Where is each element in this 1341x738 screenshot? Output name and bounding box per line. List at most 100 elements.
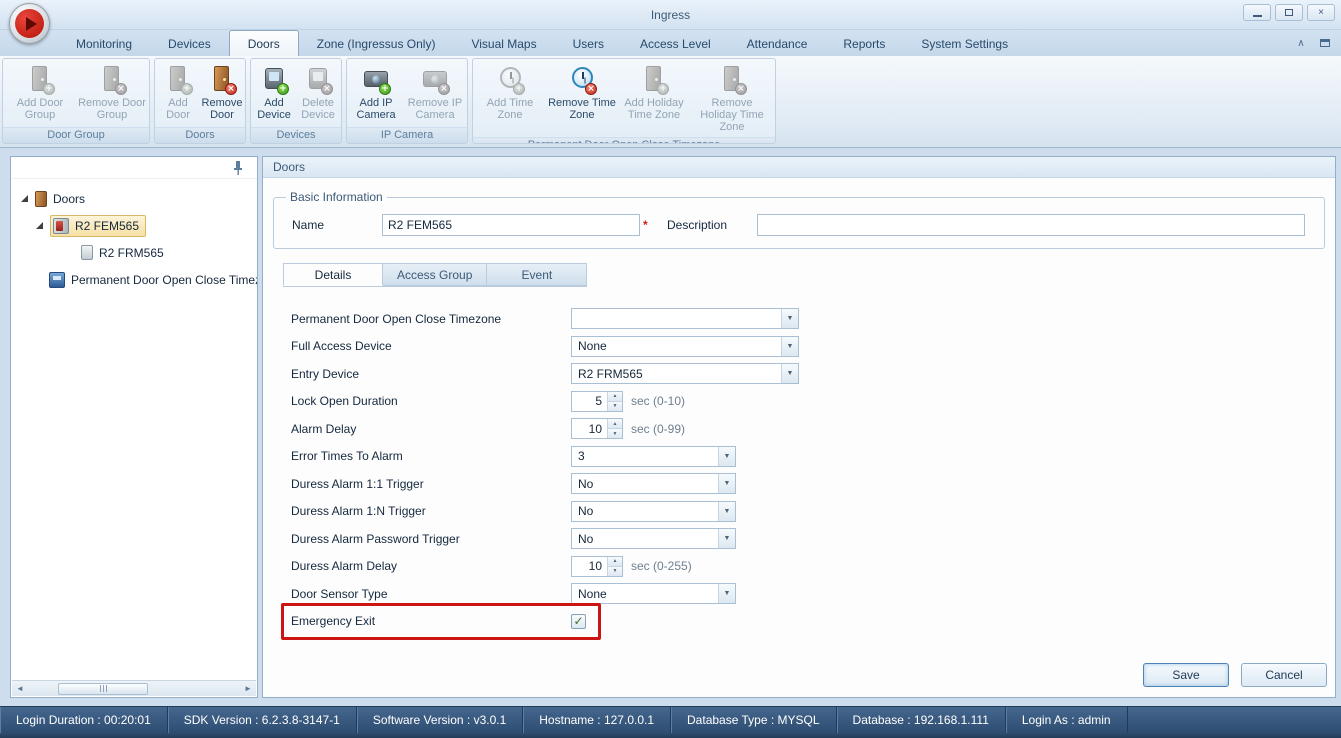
field-label: Emergency Exit bbox=[291, 614, 376, 629]
field-duress-password-trigger: Duress Alarm Password Trigger No ▼ bbox=[291, 525, 1335, 553]
door-remove-icon: × bbox=[204, 63, 240, 95]
tab-visual-maps[interactable]: Visual Maps bbox=[453, 32, 554, 56]
duress-alarm-delay-stepper[interactable]: 10 ▲ ▼ bbox=[571, 555, 623, 577]
remove-time-zone-button[interactable]: × Remove Time Zone bbox=[546, 61, 618, 125]
door-sensor-type-select[interactable]: None ▼ bbox=[571, 583, 736, 605]
tree-label: R2 FRM565 bbox=[99, 245, 164, 260]
field-door-sensor-type: Door Sensor Type None ▼ bbox=[291, 580, 1335, 608]
ribbon-group-ip-camera: + Add IP Camera × Remove IP Camera IP Ca… bbox=[346, 58, 468, 144]
tree-node-permanent-timezone[interactable]: Permanent Door Open Close Timezo bbox=[21, 266, 257, 293]
remove-door-button[interactable]: × Remove Door bbox=[200, 61, 244, 125]
duress-11-select[interactable]: No ▼ bbox=[571, 473, 736, 495]
add-ip-camera-button[interactable]: + Add IP Camera bbox=[348, 61, 404, 125]
tree-panel-header bbox=[11, 157, 257, 179]
tree-label: R2 FEM565 bbox=[75, 218, 140, 233]
entry-device-select[interactable]: R2 FRM565 ▼ bbox=[571, 363, 799, 385]
spinner-up-icon[interactable]: ▲ bbox=[608, 419, 622, 430]
app-logo[interactable] bbox=[9, 3, 50, 44]
device-delete-icon: × bbox=[300, 63, 336, 95]
field-suffix: sec (0-99) bbox=[631, 421, 686, 436]
tab-access-level[interactable]: Access Level bbox=[622, 32, 729, 56]
spinner-value: 10 bbox=[588, 421, 602, 436]
tab-devices[interactable]: Devices bbox=[150, 32, 229, 56]
close-icon: × bbox=[1318, 7, 1324, 18]
tab-attendance[interactable]: Attendance bbox=[729, 32, 826, 56]
mini-window-glyph bbox=[1320, 39, 1330, 47]
tree-node-doors[interactable]: Doors bbox=[21, 185, 257, 212]
expander-icon[interactable] bbox=[21, 195, 28, 202]
collapse-ribbon-icon[interactable]: ∧ bbox=[1293, 35, 1309, 51]
spinner-value: 5 bbox=[595, 394, 602, 409]
add-holiday-time-zone-label: Add Holiday Time Zone bbox=[624, 97, 684, 121]
add-door-button: + Add Door bbox=[156, 61, 200, 125]
tree-node-r2-frm565[interactable]: R2 FRM565 bbox=[21, 239, 257, 266]
tab-users[interactable]: Users bbox=[555, 32, 622, 56]
tab-access-group[interactable]: Access Group bbox=[383, 263, 488, 286]
tab-doors[interactable]: Doors bbox=[228, 30, 299, 56]
emergency-exit-checkbox[interactable]: ✓ bbox=[571, 613, 586, 629]
duress-1n-select[interactable]: No ▼ bbox=[571, 500, 736, 522]
scroll-left-icon[interactable]: ◄ bbox=[12, 682, 28, 696]
device-add-icon: + bbox=[256, 63, 292, 95]
permanent-timezone-select[interactable]: ▼ bbox=[571, 308, 799, 330]
doors-tree-panel: Doors R2 FEM565 R2 FRM565 Permanent Door… bbox=[10, 156, 258, 698]
holiday-timezone-add-icon: + bbox=[636, 63, 672, 95]
chevron-down-icon: ▼ bbox=[718, 474, 735, 494]
field-label: Duress Alarm 1:N Trigger bbox=[291, 504, 426, 519]
delete-device-label: Delete Device bbox=[301, 97, 335, 121]
add-time-zone-button: + Add Time Zone bbox=[474, 61, 546, 125]
select-value: R2 FRM565 bbox=[578, 366, 643, 381]
status-sdk-version: SDK Version : 6.2.3.8-3147-1 bbox=[168, 707, 357, 733]
tab-monitoring[interactable]: Monitoring bbox=[58, 32, 150, 56]
spinner-up-icon[interactable]: ▲ bbox=[608, 391, 622, 402]
delete-device-button: × Delete Device bbox=[296, 61, 340, 125]
spinner-up-icon[interactable]: ▲ bbox=[608, 556, 622, 567]
cancel-button[interactable]: Cancel bbox=[1241, 663, 1327, 687]
maximize-button[interactable] bbox=[1275, 4, 1303, 21]
remove-ip-camera-label: Remove IP Camera bbox=[407, 97, 463, 121]
error-times-select[interactable]: 3 ▼ bbox=[571, 445, 736, 467]
status-login-as: Login As : admin bbox=[1006, 707, 1128, 733]
tab-event[interactable]: Event bbox=[487, 263, 588, 286]
door-add-icon: + bbox=[22, 63, 58, 95]
status-bar: Login Duration : 00:20:01 SDK Version : … bbox=[0, 706, 1341, 733]
scroll-right-icon[interactable]: ► bbox=[240, 682, 256, 696]
tab-zone[interactable]: Zone (Ingressus Only) bbox=[299, 32, 454, 56]
tab-reports[interactable]: Reports bbox=[825, 32, 903, 56]
tab-system-settings[interactable]: System Settings bbox=[903, 32, 1026, 56]
group-label-permanent-timezone: Permanent Door Open Close Timezone bbox=[473, 137, 775, 143]
window-layout-icon[interactable] bbox=[1317, 35, 1333, 51]
ribbon-tab-row: Monitoring Devices Doors Zone (Ingressus… bbox=[0, 30, 1341, 56]
expander-icon[interactable] bbox=[36, 222, 43, 229]
duress-password-select[interactable]: No ▼ bbox=[571, 528, 736, 550]
tree-node-r2-fem565[interactable]: R2 FEM565 bbox=[21, 212, 257, 239]
window-controls: × bbox=[1243, 4, 1335, 21]
alarm-delay-stepper[interactable]: 10 ▲ ▼ bbox=[571, 418, 623, 440]
add-device-button[interactable]: + Add Device bbox=[252, 61, 296, 125]
minimize-button[interactable] bbox=[1243, 4, 1271, 21]
field-lock-open-duration: Lock Open Duration 5 ▲ ▼ sec (0-10) bbox=[291, 388, 1335, 416]
close-button[interactable]: × bbox=[1307, 4, 1335, 21]
pin-icon[interactable] bbox=[231, 160, 245, 176]
spinner-down-icon[interactable]: ▼ bbox=[608, 429, 622, 439]
action-buttons: Save Cancel bbox=[1143, 663, 1327, 687]
field-label: Lock Open Duration bbox=[291, 394, 398, 409]
remove-door-group-button: × Remove Door Group bbox=[76, 61, 148, 125]
tab-details[interactable]: Details bbox=[283, 263, 383, 286]
lock-open-duration-stepper[interactable]: 5 ▲ ▼ bbox=[571, 390, 623, 412]
required-marker: * bbox=[643, 218, 648, 232]
status-database: Database : 192.168.1.111 bbox=[837, 707, 1006, 733]
name-field[interactable] bbox=[382, 214, 640, 236]
field-suffix: sec (0-255) bbox=[631, 559, 692, 574]
tree-horizontal-scrollbar[interactable]: ◄ ► bbox=[12, 680, 256, 696]
chevron-down-icon: ▼ bbox=[781, 364, 798, 384]
checkbox-check-icon: ✓ bbox=[573, 614, 584, 629]
description-field[interactable] bbox=[757, 214, 1305, 236]
spinner-down-icon[interactable]: ▼ bbox=[608, 401, 622, 411]
ribbon-group-doors: + Add Door × Remove Door Doors bbox=[154, 58, 246, 144]
scrollbar-thumb[interactable] bbox=[58, 682, 148, 695]
field-label: Duress Alarm Password Trigger bbox=[291, 531, 460, 546]
full-access-device-select[interactable]: None ▼ bbox=[571, 335, 799, 357]
spinner-down-icon[interactable]: ▼ bbox=[608, 566, 622, 576]
save-button[interactable]: Save bbox=[1143, 663, 1229, 687]
